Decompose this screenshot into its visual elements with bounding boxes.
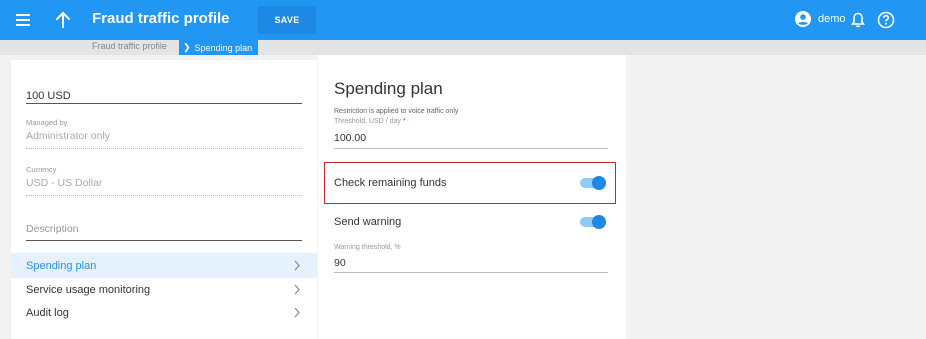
nav-item-audit-log[interactable]: Audit log (11, 300, 317, 325)
page-title: Fraud traffic profile (92, 10, 230, 27)
chevron-right-icon (294, 284, 300, 295)
name-field[interactable]: 100 USD (26, 90, 302, 102)
warning-threshold-underline (334, 272, 608, 273)
managed-by-field: Managed by Administrator only (26, 118, 302, 142)
app-root: Fraud traffic profile SAVE demo Fraud tr… (0, 0, 926, 339)
right-empty-panel (626, 55, 926, 339)
chevron-right-icon (294, 307, 300, 318)
send-warning-toggle[interactable] (580, 215, 606, 229)
nav-item-label: Service usage monitoring (26, 283, 151, 296)
hamburger-menu-icon[interactable] (16, 14, 30, 26)
user-menu[interactable]: demo (795, 11, 846, 27)
nav-item-label: Spending plan (26, 259, 97, 272)
section-title: Spending plan (334, 79, 443, 98)
save-button[interactable]: SAVE (258, 6, 316, 34)
description-placeholder: Description (26, 223, 79, 235)
account-icon (795, 11, 811, 27)
currency-underline (26, 195, 302, 196)
toggle-knob (592, 176, 606, 190)
currency-field: Currency USD - US Dollar (26, 165, 302, 189)
user-name: demo (818, 13, 846, 25)
breadcrumb-item-current: ❯ Spending plan (179, 40, 258, 55)
nav-item-label: Audit log (26, 306, 69, 319)
breadcrumb-current-label: Spending plan (194, 42, 253, 53)
description-underline (26, 240, 302, 241)
threshold-label-text: Threshold, USD / day (334, 118, 401, 125)
required-mark: * (402, 118, 406, 125)
name-field-underline (26, 103, 302, 104)
managed-by-value: Administrator only (26, 130, 111, 142)
nav-item-spending-plan[interactable]: Spending plan (11, 253, 317, 278)
threshold-input[interactable]: 100.00 (334, 132, 366, 144)
check-remaining-funds-label: Check remaining funds (334, 177, 447, 189)
currency-value: USD - US Dollar (26, 177, 103, 189)
warning-threshold-input[interactable]: 90 (334, 257, 346, 269)
name-value: 100 USD (26, 90, 71, 102)
managed-by-underline (26, 148, 302, 149)
threshold-underline (334, 148, 608, 149)
toggle-knob (592, 215, 606, 229)
nav-item-service-usage-monitoring[interactable]: Service usage monitoring (11, 277, 317, 302)
managed-by-label: Managed by (26, 118, 68, 127)
bell-icon[interactable] (851, 12, 865, 28)
restriction-hint: Restriction is applied to voice traffic … (334, 108, 459, 115)
warning-threshold-label: Warning threshold, % (334, 244, 401, 251)
help-icon[interactable] (877, 11, 895, 29)
chevron-right-icon (294, 260, 300, 271)
currency-label: Currency (26, 165, 57, 174)
threshold-label: Threshold, USD / day * (334, 118, 406, 125)
description-field[interactable]: Description (26, 223, 302, 235)
top-bar: Fraud traffic profile SAVE demo (0, 0, 926, 40)
arrow-up-icon[interactable] (55, 10, 71, 30)
chevron-right-icon: ❯ (183, 42, 191, 52)
breadcrumb-item-profile[interactable]: Fraud traffic profile (92, 41, 167, 51)
check-remaining-funds-toggle[interactable] (580, 176, 606, 190)
breadcrumb: Fraud traffic profile ❯ Spending plan (0, 40, 926, 55)
send-warning-label: Send warning (334, 216, 402, 228)
